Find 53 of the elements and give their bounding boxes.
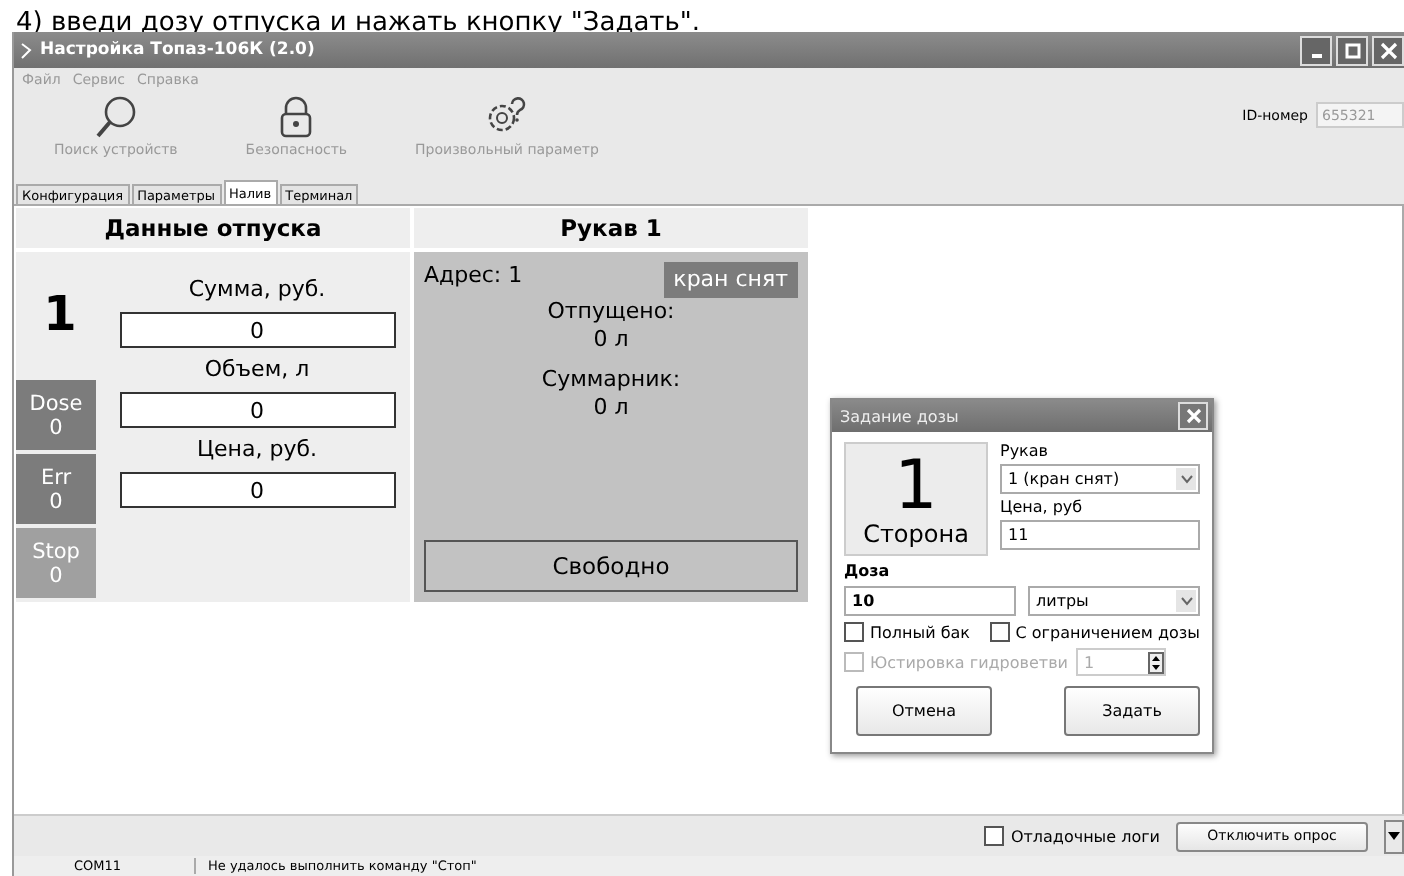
dispensed-label: Отпущено: [547,298,675,326]
dialog-button[interactable]: Отмена [856,686,992,736]
checkbox[interactable] [844,622,864,642]
address-text: Адрес: 1 [424,262,523,290]
maximize-icon [1343,41,1361,59]
dialog-button[interactable]: Задать [1064,686,1200,736]
checkbox-label: Юстировка гидроветви [870,653,1068,671]
counter-tile: Dose 0 [16,380,96,450]
unit-dropdown[interactable]: литры [1028,586,1200,616]
dose-field[interactable]: 10 [844,586,1016,616]
side-label: Сторона [863,519,969,547]
close-button[interactable] [1178,402,1208,430]
value-field: 0 [119,392,395,428]
checkbox-label: С ограничением дозы [1015,623,1200,641]
total-value: 0 л [593,394,629,422]
minimize-icon [1311,53,1321,57]
checkbox-label: Отладочные логи [1010,827,1160,845]
column-header: Рукав 1 [414,208,808,248]
value-field: 0 [119,472,395,508]
side-number: 1 [894,451,938,519]
caption-text: 4) введи дозу отпуска и нажать кнопку "Задать". [16,8,701,38]
search-icon [93,94,138,138]
app-icon [20,41,32,59]
hose-dropdown[interactable]: 1 (кран снят) [1000,464,1200,494]
counter-tile: Stop 0 [16,528,96,598]
field-label: Цена, руб. [196,434,317,466]
status-field: Свободно [424,540,798,592]
close-button[interactable] [1372,35,1404,65]
column-header: Данные отпуска [16,208,410,248]
value-field: 0 [119,312,395,348]
field-label: Объем, л [204,354,310,386]
spinner-arrows-icon [1147,651,1164,673]
status-badge: кран снят [663,262,798,298]
minimize-button[interactable] [1300,35,1332,65]
dispensed-value: 0 л [593,326,629,354]
checkbox[interactable] [989,622,1010,642]
caret-icon [1176,590,1196,612]
price-label: Цена, руб [1000,498,1085,516]
dose-label: Доза [844,562,892,580]
total-label: Суммарник: [541,366,681,394]
price-field[interactable]: 11 [1000,520,1200,550]
hose-label: Рукав [1000,442,1051,460]
maximize-button[interactable] [1336,35,1368,65]
close-icon [1379,41,1397,59]
checkbox-label: Полный бак [870,623,970,641]
side-number: 1 [41,284,79,346]
counter-tile: Err 0 [16,454,96,524]
checkbox[interactable] [984,826,1005,846]
window-title: Настройка Топаз-106К (2.0) [40,40,315,60]
close-icon [1185,408,1201,424]
dialog-title: Задание дозы [840,407,959,425]
field-label: Сумма, руб. [188,274,326,306]
caret-icon [1176,468,1196,490]
